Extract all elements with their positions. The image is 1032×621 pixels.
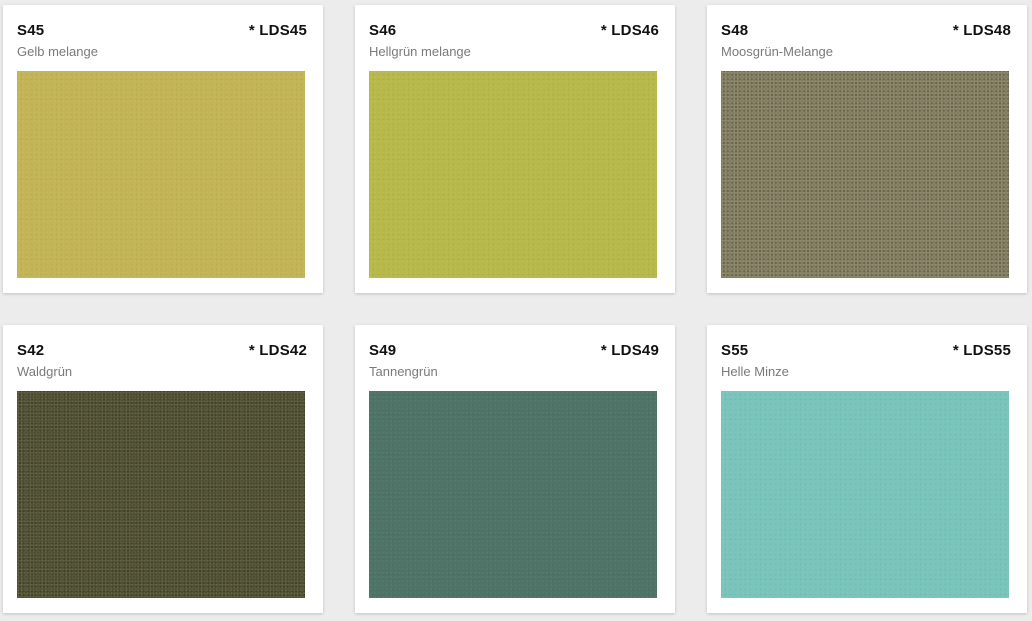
swatch-code: S49 <box>369 342 397 359</box>
fabric-swatch-image[interactable] <box>369 391 657 598</box>
swatch-card-s46[interactable]: S46 * LDS46 Hellgrün melange <box>355 5 675 293</box>
swatch-code: S48 <box>721 22 749 39</box>
swatch-card-s55[interactable]: S55 * LDS55 Helle Minze <box>707 325 1027 613</box>
swatch-reference: * LDS45 <box>248 22 307 39</box>
swatch-card-s49[interactable]: S49 * LDS49 Tannengrün <box>355 325 675 613</box>
swatch-code: S55 <box>721 342 749 359</box>
swatch-color-name: Gelb melange <box>17 44 98 59</box>
fabric-swatch-image[interactable] <box>17 391 305 598</box>
swatch-code: S46 <box>369 22 397 39</box>
swatch-color-name: Helle Minze <box>721 364 789 379</box>
fabric-swatch-image[interactable] <box>721 71 1009 278</box>
fabric-swatch-image[interactable] <box>17 71 305 278</box>
swatch-reference: * LDS55 <box>952 342 1011 359</box>
swatch-color-name: Moosgrün-Melange <box>721 44 834 59</box>
swatch-reference: * LDS49 <box>600 342 659 359</box>
swatch-reference: * LDS48 <box>952 22 1011 39</box>
swatch-code: S42 <box>17 342 45 359</box>
card-header: S49 * LDS49 Tannengrün <box>369 342 659 382</box>
card-header: S42 * LDS42 Waldgrün <box>17 342 307 382</box>
fabric-swatch-image[interactable] <box>721 391 1009 598</box>
swatch-color-name: Hellgrün melange <box>369 44 471 59</box>
swatch-card-s48[interactable]: S48 * LDS48 Moosgrün-Melange <box>707 5 1027 293</box>
card-header: S55 * LDS55 Helle Minze <box>721 342 1011 382</box>
swatch-card-s42[interactable]: S42 * LDS42 Waldgrün <box>3 325 323 613</box>
swatch-reference: * LDS42 <box>248 342 307 359</box>
swatch-color-name: Tannengrün <box>369 364 438 379</box>
card-header: S46 * LDS46 Hellgrün melange <box>369 22 659 62</box>
fabric-swatch-image[interactable] <box>369 71 657 278</box>
swatch-color-name: Waldgrün <box>17 364 73 379</box>
swatch-card-s45[interactable]: S45 * LDS45 Gelb melange <box>3 5 323 293</box>
card-header: S45 * LDS45 Gelb melange <box>17 22 307 62</box>
swatch-code: S45 <box>17 22 45 39</box>
swatch-reference: * LDS46 <box>600 22 659 39</box>
card-header: S48 * LDS48 Moosgrün-Melange <box>721 22 1011 62</box>
